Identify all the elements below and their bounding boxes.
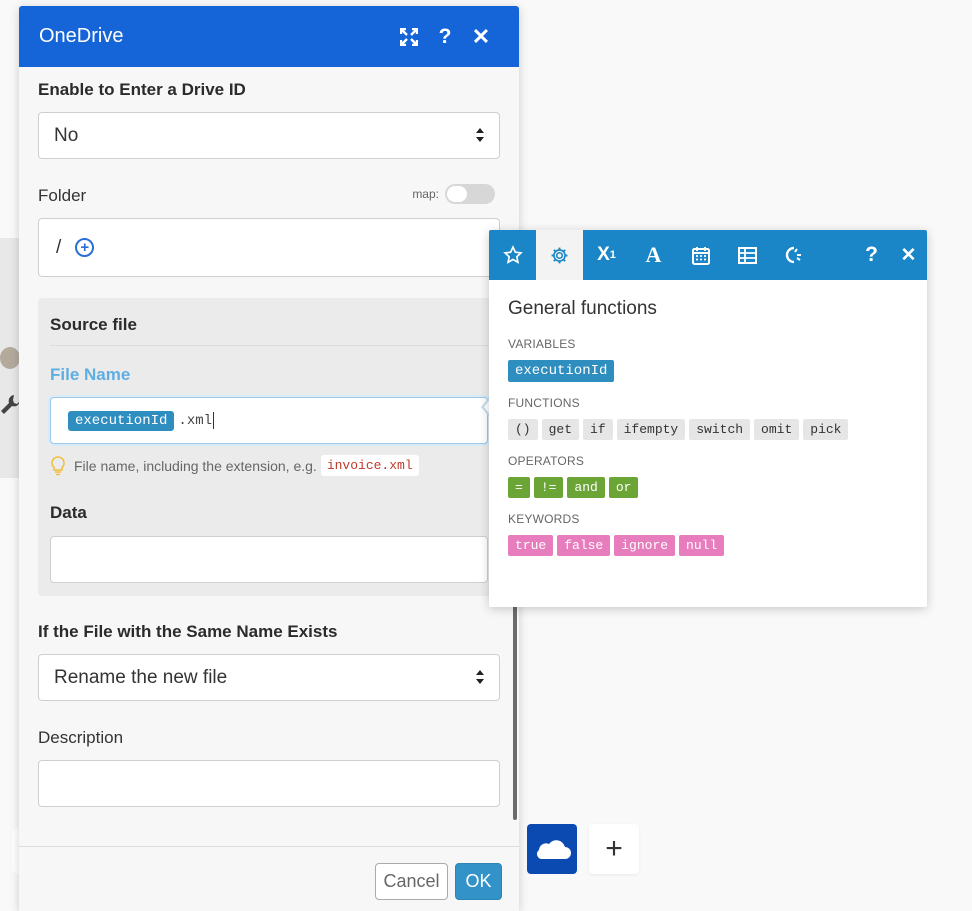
functions-label: FUNCTIONS <box>508 396 580 410</box>
keywords-list: true false ignore null <box>508 535 908 556</box>
function-ifempty[interactable]: ifempty <box>616 419 686 440</box>
superscript-icon[interactable]: X1 <box>583 230 630 280</box>
expand-icon[interactable] <box>391 19 427 55</box>
variables-list: executionId <box>508 360 908 382</box>
operator-equals[interactable]: = <box>508 477 530 498</box>
file-name-hint: File name, including the extension, e.g.… <box>50 455 488 476</box>
drive-id-value: No <box>54 124 79 146</box>
data-label: Data <box>50 503 87 522</box>
lightbulb-icon <box>51 455 65 475</box>
execution-id-token[interactable]: executionId <box>68 410 175 431</box>
ok-button[interactable]: OK <box>455 863 502 900</box>
text-cursor <box>213 412 215 429</box>
onedrive-cloud-icon <box>537 840 571 859</box>
exists-select[interactable]: Rename the new file <box>38 654 500 701</box>
source-file-panel: Source file File Name executionId .xml F… <box>38 298 500 596</box>
exists-label: If the File with the Same Name Exists <box>38 622 338 641</box>
operators-list: = != and or <box>508 477 908 498</box>
function-switch[interactable]: switch <box>689 419 751 440</box>
onedrive-dialog: OneDrive ? ✕ Enable to Enter a Drive ID … <box>19 6 519 911</box>
add-module-button[interactable]: + <box>589 824 639 874</box>
drive-id-select[interactable]: No <box>38 112 500 159</box>
keyword-null[interactable]: null <box>679 535 725 556</box>
file-name-input[interactable]: executionId .xml <box>50 397 488 444</box>
function-parentheses[interactable]: () <box>508 419 538 440</box>
file-name-label: File Name <box>50 365 131 384</box>
operator-and[interactable]: and <box>567 477 605 498</box>
description-label: Description <box>38 728 124 747</box>
gear-icon[interactable] <box>536 230 583 280</box>
close-icon[interactable]: ✕ <box>463 19 499 55</box>
text-icon[interactable]: A <box>630 230 677 280</box>
table-icon[interactable] <box>724 230 771 280</box>
variables-label: VARIABLES <box>508 337 576 351</box>
keyword-ignore[interactable]: ignore <box>614 535 676 556</box>
scrollbar[interactable] <box>513 590 517 820</box>
help-icon[interactable]: ? <box>853 230 890 280</box>
function-if[interactable]: if <box>583 419 613 440</box>
folder-value: / <box>56 236 62 258</box>
map-label: map: <box>412 187 439 201</box>
onedrive-module[interactable] <box>527 824 577 874</box>
picker-title: General functions <box>508 298 657 319</box>
exists-value: Rename the new file <box>54 666 228 688</box>
file-name-suffix: .xml <box>178 412 213 429</box>
calendar-icon[interactable] <box>677 230 724 280</box>
switch-knob <box>447 186 467 202</box>
function-pick[interactable]: pick <box>803 419 849 440</box>
dialog-header: OneDrive ? ✕ <box>19 6 519 67</box>
sort-caret-icon <box>476 128 484 142</box>
map-switch[interactable] <box>445 184 495 204</box>
plus-icon: + <box>605 832 623 865</box>
source-file-title: Source file <box>50 315 137 334</box>
function-picker: X1 A ? ✕ General functions VARIABLES exe… <box>489 230 927 607</box>
operators-label: OPERATORS <box>508 454 585 468</box>
data-input[interactable] <box>50 536 488 583</box>
help-icon[interactable]: ? <box>427 19 463 55</box>
close-icon[interactable]: ✕ <box>890 230 927 280</box>
divider <box>50 345 488 346</box>
picker-body: General functions VARIABLES executionId … <box>489 280 927 588</box>
drive-id-label: Enable to Enter a Drive ID <box>38 80 246 99</box>
keyword-false[interactable]: false <box>557 535 611 556</box>
star-icon[interactable] <box>489 230 536 280</box>
function-omit[interactable]: omit <box>754 419 800 440</box>
description-input[interactable] <box>38 760 500 807</box>
wrench-icon[interactable] <box>0 393 20 421</box>
operator-or[interactable]: or <box>608 477 639 498</box>
add-folder-icon[interactable]: + <box>75 238 95 257</box>
variable-execution-id[interactable]: executionId <box>508 360 615 382</box>
cancel-button[interactable]: Cancel <box>375 863 448 900</box>
map-toggle[interactable]: map: <box>412 184 495 204</box>
hint-text: File name, including the extension, e.g. <box>74 457 317 474</box>
functions-list: () get if ifempty switch omit pick <box>508 419 908 440</box>
tab-spacer <box>818 230 853 280</box>
keyword-true[interactable]: true <box>508 535 554 556</box>
dialog-footer: Cancel OK <box>19 846 519 911</box>
operator-not-equals[interactable]: != <box>533 477 564 498</box>
sort-caret-icon <box>476 670 484 684</box>
hash-icon[interactable] <box>771 230 818 280</box>
dialog-title: OneDrive <box>39 25 124 47</box>
hint-example: invoice.xml <box>320 455 419 476</box>
folder-field[interactable]: / + <box>38 218 500 277</box>
function-get[interactable]: get <box>541 419 580 440</box>
module-handle[interactable] <box>0 347 20 369</box>
picker-tab-bar: X1 A ? ✕ <box>489 230 927 280</box>
keywords-label: KEYWORDS <box>508 512 580 526</box>
